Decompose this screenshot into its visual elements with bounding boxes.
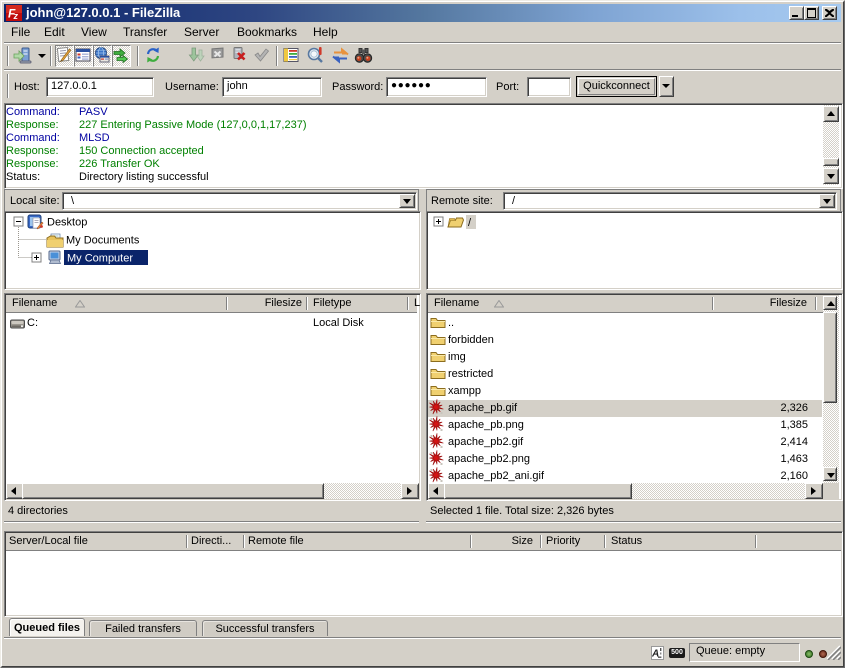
svg-text:2,326: 2,326: [780, 402, 808, 414]
svg-text:apache_pb2_ani.gif: apache_pb2_ani.gif: [448, 470, 545, 482]
svg-text:2,160: 2,160: [780, 470, 808, 482]
svg-text:..: ..: [448, 317, 454, 329]
svg-text:Desktop: Desktop: [47, 217, 87, 229]
svg-text:xampp: xampp: [448, 385, 481, 397]
svg-text:1,385: 1,385: [780, 419, 808, 431]
svg-text:apache_pb2.png: apache_pb2.png: [448, 453, 530, 465]
svg-text:apache_pb2.gif: apache_pb2.gif: [448, 436, 524, 448]
svg-text:apache_pb.png: apache_pb.png: [448, 419, 524, 431]
svg-text:forbidden: forbidden: [448, 334, 494, 346]
svg-text:z: z: [13, 11, 19, 21]
svg-text:img: img: [448, 351, 466, 363]
svg-text:My Documents: My Documents: [66, 235, 140, 247]
svg-text:apache_pb.gif: apache_pb.gif: [448, 402, 518, 414]
svg-text:2,414: 2,414: [780, 436, 808, 448]
svg-text:1,463: 1,463: [780, 453, 808, 465]
svg-text:restricted: restricted: [448, 368, 493, 380]
svg-text:My Computer: My Computer: [67, 253, 133, 265]
